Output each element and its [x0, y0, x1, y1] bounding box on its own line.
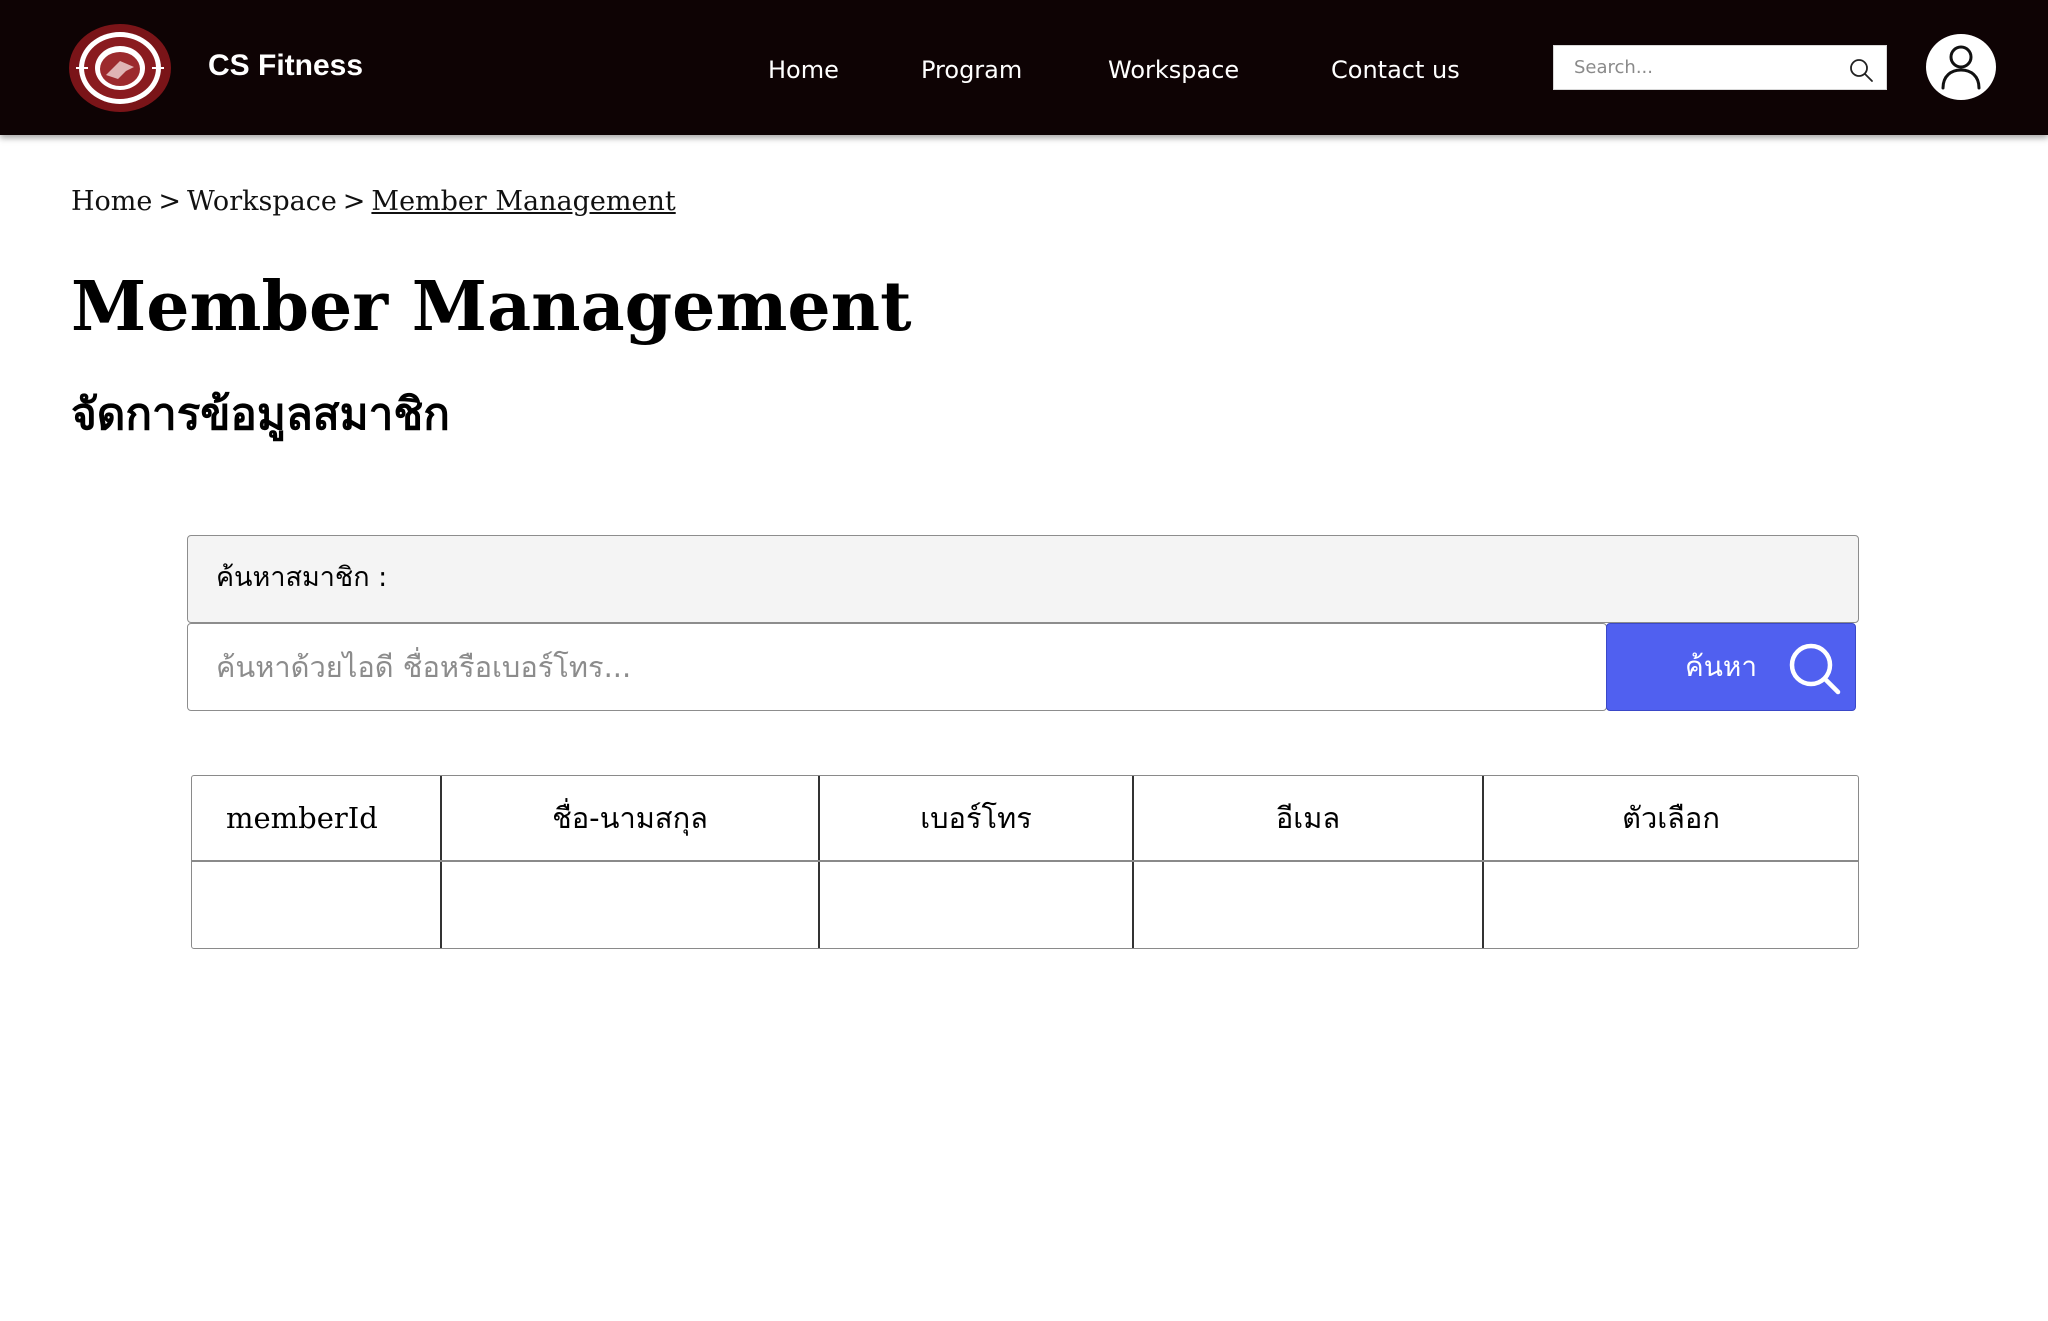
cell-member-id	[192, 862, 442, 948]
member-search-button[interactable]: ค้นหา	[1606, 623, 1856, 711]
table-row[interactable]	[192, 862, 1858, 948]
breadcrumb: Home > Workspace > Member Management	[71, 182, 676, 222]
cell-phone	[820, 862, 1134, 948]
member-search-input[interactable]	[187, 623, 1607, 711]
nav-link-program[interactable]: Program	[921, 50, 1022, 90]
cell-full-name	[442, 862, 820, 948]
user-icon	[1941, 45, 1981, 90]
search-icon[interactable]	[1848, 57, 1874, 83]
member-search-label: ค้นหาสมาชิก :	[216, 562, 388, 593]
cs-fitness-logo-icon[interactable]	[68, 23, 172, 113]
member-search-header: ค้นหาสมาชิก :	[187, 535, 1859, 623]
column-header-member-id[interactable]: memberId	[192, 776, 442, 860]
column-header-options[interactable]: ตัวเลือก	[1484, 776, 1858, 860]
cell-options	[1484, 862, 1858, 948]
nav-search-input[interactable]	[1554, 46, 1844, 89]
breadcrumb-separator: >	[158, 186, 182, 217]
breadcrumb-home[interactable]: Home	[71, 186, 152, 217]
column-header-phone[interactable]: เบอร์โทร	[820, 776, 1134, 860]
breadcrumb-workspace[interactable]: Workspace	[187, 186, 337, 217]
breadcrumb-separator: >	[342, 186, 366, 217]
brand-name[interactable]: CS Fitness	[208, 46, 363, 86]
nav-link-workspace[interactable]: Workspace	[1108, 50, 1239, 90]
breadcrumb-current[interactable]: Member Management	[371, 186, 675, 217]
nav-link-home[interactable]: Home	[768, 50, 839, 90]
top-navbar: CS Fitness Home Program Workspace Contac…	[0, 0, 2048, 135]
nav-search-box	[1553, 45, 1887, 90]
page-subtitle: จัดการข้อมูลสมาชิก	[71, 389, 450, 440]
page-title: Member Management	[71, 267, 912, 347]
member-table: memberId ชื่อ-นามสกุล เบอร์โทร อีเมล ตัว…	[191, 775, 1859, 949]
user-avatar[interactable]	[1926, 34, 1996, 100]
column-header-email[interactable]: อีเมล	[1134, 776, 1484, 860]
column-header-full-name[interactable]: ชื่อ-นามสกุล	[442, 776, 820, 860]
table-header-row: memberId ชื่อ-นามสกุล เบอร์โทร อีเมล ตัว…	[192, 776, 1858, 862]
nav-link-contact-us[interactable]: Contact us	[1331, 50, 1460, 90]
search-button-label: ค้นหา	[1685, 650, 1758, 683]
search-icon	[1787, 641, 1843, 697]
cell-email	[1134, 862, 1484, 948]
